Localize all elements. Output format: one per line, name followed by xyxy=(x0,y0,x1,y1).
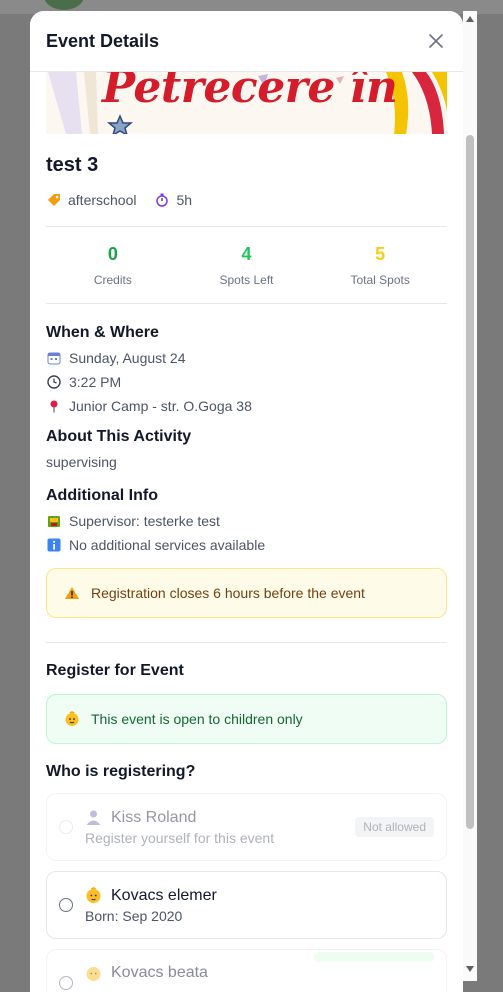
event-stats: 0 Credits 4 Spots Left 5 Total Spots xyxy=(46,226,447,304)
section-divider xyxy=(46,642,447,643)
banner-title: Petrecere în xyxy=(102,72,398,113)
about-text: supervising xyxy=(46,454,117,470)
stat-spots-left-label: Spots Left xyxy=(219,272,274,287)
registrant-name: Kovacs elemer xyxy=(111,886,217,904)
close-icon xyxy=(429,34,443,48)
child-icon xyxy=(85,965,102,982)
stat-credits: 0 Credits xyxy=(46,227,180,303)
modal-header: Event Details xyxy=(30,11,463,72)
close-button[interactable] xyxy=(425,30,447,52)
category-label: afterschool xyxy=(68,192,137,208)
event-details-modal: Event Details Petrecere în test 3 afters… xyxy=(30,11,463,992)
supervisor-icon xyxy=(46,513,62,529)
supervisor-row: Supervisor: testerke test xyxy=(46,509,447,533)
stat-credits-label: Credits xyxy=(93,272,132,287)
warning-text: Registration closes 6 hours before the e… xyxy=(91,585,365,601)
person-icon xyxy=(85,809,102,826)
registrant-radio xyxy=(59,820,73,834)
services-text: No additional services available xyxy=(69,537,266,553)
registrant-option-self: Kiss Roland Register yourself for this e… xyxy=(46,793,447,861)
duration-tag: 5h xyxy=(154,192,192,208)
status-badge xyxy=(314,952,434,962)
registrant-subtext: Born: Sep 2020 xyxy=(85,907,183,924)
warning-icon xyxy=(61,586,83,600)
stat-total-spots-label: Total Spots xyxy=(350,272,410,287)
event-banner-image: Petrecere în xyxy=(46,72,447,134)
child-icon xyxy=(61,711,83,727)
registrant-option-child-1[interactable]: Kovacs elemer Born: Sep 2020 xyxy=(46,871,447,939)
duration-label: 5h xyxy=(176,192,193,208)
registrant-name: Kiss Roland xyxy=(111,808,197,826)
services-row: No additional services available xyxy=(46,533,447,557)
about-title: About This Activity xyxy=(46,428,192,445)
category-tag: afterschool xyxy=(46,192,136,208)
scrollbar-thumb[interactable] xyxy=(466,135,474,829)
scroll-down-icon[interactable] xyxy=(465,965,475,973)
notice-text: This event is open to children only xyxy=(91,711,303,727)
stat-spots-left: 4 Spots Left xyxy=(180,227,314,303)
additional-info-title: Additional Info xyxy=(46,487,158,504)
stat-spots-left-value: 4 xyxy=(241,243,252,264)
registrant-subtext: Register yourself for this event xyxy=(85,829,275,846)
time-text: 3:22 PM xyxy=(69,374,122,390)
clock-icon xyxy=(46,374,62,390)
event-title: test 3 xyxy=(46,154,99,176)
modal-title: Event Details xyxy=(46,30,160,51)
stat-credits-value: 0 xyxy=(107,243,118,264)
child-icon xyxy=(85,887,102,904)
date-row: Sunday, August 24 xyxy=(46,346,447,370)
registrant-option-child-2[interactable]: Kovacs beata xyxy=(46,949,447,992)
registrant-radio[interactable] xyxy=(59,898,73,912)
tag-icon xyxy=(46,192,62,208)
stat-total-spots-value: 5 xyxy=(375,243,386,264)
when-where-title: When & Where xyxy=(46,324,159,341)
stopwatch-icon xyxy=(154,192,170,208)
children-only-notice: This event is open to children only xyxy=(46,694,447,744)
register-title: Register for Event xyxy=(46,662,184,679)
modal-scrollbar[interactable] xyxy=(463,11,477,981)
registrant-radio[interactable] xyxy=(59,976,73,990)
scroll-up-icon[interactable] xyxy=(465,15,475,23)
event-tags: afterschool 5h xyxy=(46,192,447,208)
location-row: Junior Camp - str. O.Goga 38 xyxy=(46,394,447,418)
modal-content: Petrecere în test 3 afterschool 5h 0 Cre… xyxy=(30,72,463,992)
not-allowed-badge: Not allowed xyxy=(355,817,434,837)
registration-warning: Registration closes 6 hours before the e… xyxy=(46,568,447,618)
date-text: Sunday, August 24 xyxy=(69,350,186,366)
location-text: Junior Camp - str. O.Goga 38 xyxy=(69,398,252,414)
who-registering-title: Who is registering? xyxy=(46,763,196,780)
time-row: 3:22 PM xyxy=(46,370,447,394)
registrant-name: Kovacs beata xyxy=(111,964,208,981)
supervisor-text: Supervisor: testerke test xyxy=(69,513,220,529)
stat-total-spots: 5 Total Spots xyxy=(313,227,447,303)
calendar-icon xyxy=(46,350,62,366)
location-pin-icon xyxy=(46,398,62,414)
info-icon xyxy=(46,537,62,553)
